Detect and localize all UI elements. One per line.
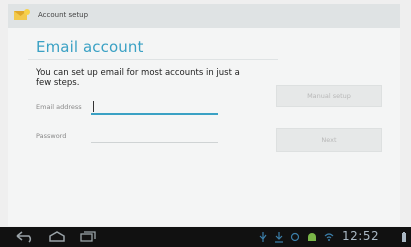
settings-notify-icon <box>290 232 300 242</box>
setup-panel: Email account You can set up email for m… <box>8 28 400 226</box>
email-label: Email address <box>36 103 82 111</box>
screen: Account setup Email account You can set … <box>0 0 411 247</box>
heading-divider <box>28 59 278 60</box>
intro-text: You can set up email for most accounts i… <box>36 68 240 88</box>
email-row: Email address <box>36 100 226 118</box>
password-underline <box>91 142 218 143</box>
system-nav-bar: 12:52 <box>0 227 411 247</box>
android-icon <box>308 233 316 241</box>
password-field[interactable] <box>91 129 216 143</box>
page-title: Email account <box>36 38 144 56</box>
password-label: Password <box>36 132 67 140</box>
title-bar: Account setup <box>8 4 400 29</box>
back-icon[interactable] <box>15 231 35 243</box>
mail-app-icon <box>14 9 30 20</box>
home-icon[interactable] <box>47 231 67 243</box>
manual-setup-button[interactable]: Manual setup <box>276 85 382 107</box>
download-icon <box>275 232 283 243</box>
next-button[interactable]: Next <box>276 128 382 152</box>
email-underline <box>91 113 218 115</box>
usb-icon <box>259 232 267 242</box>
text-cursor <box>93 101 94 112</box>
password-row: Password <box>36 129 226 147</box>
email-field[interactable] <box>91 100 216 114</box>
battery-icon <box>402 232 406 242</box>
wifi-icon <box>324 233 334 241</box>
status-clock: 12:52 <box>342 229 380 243</box>
window-title: Account setup <box>38 11 89 19</box>
recent-apps-icon[interactable] <box>79 231 99 243</box>
